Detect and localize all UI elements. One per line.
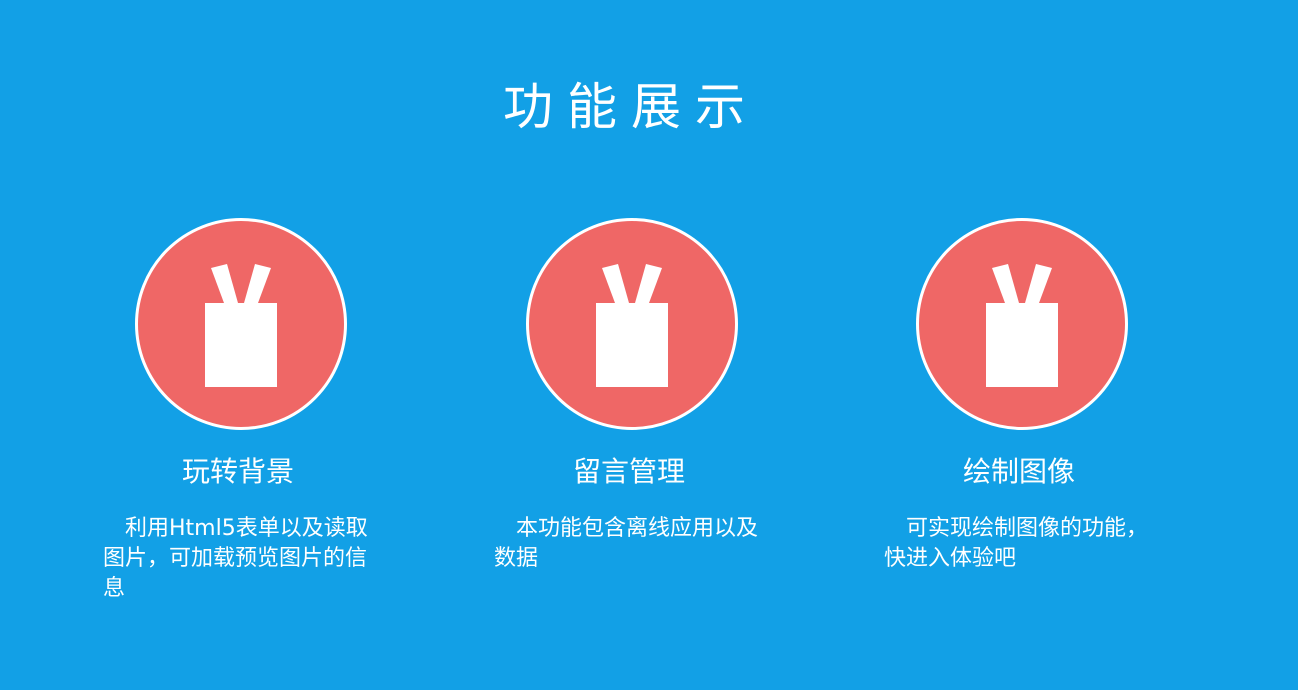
feature-title: 绘制图像 <box>962 455 1075 488</box>
page: 功能展示 玩转背景 利用Html5表单以及读取图片，可加载预览图片的信息 留言管… <box>0 0 1298 690</box>
page-title: 功能展示 <box>503 77 759 136</box>
vest-icon <box>986 264 1058 387</box>
feature-title: 玩转背景 <box>181 455 294 488</box>
feature-description: 本功能包含离线应用以及数据 <box>494 516 759 571</box>
feature-icon-circle[interactable] <box>135 218 347 430</box>
feature-icon-circle[interactable] <box>526 218 738 430</box>
vest-icon <box>596 264 668 387</box>
vest-icon <box>205 264 277 387</box>
feature-icon-circle[interactable] <box>916 218 1128 430</box>
feature-description: 可实现绘制图像的功能，快进入体验吧 <box>884 516 1149 571</box>
feature-title: 留言管理 <box>572 455 685 488</box>
feature-description: 利用Html5表单以及读取图片，可加载预览图片的信息 <box>103 516 368 601</box>
